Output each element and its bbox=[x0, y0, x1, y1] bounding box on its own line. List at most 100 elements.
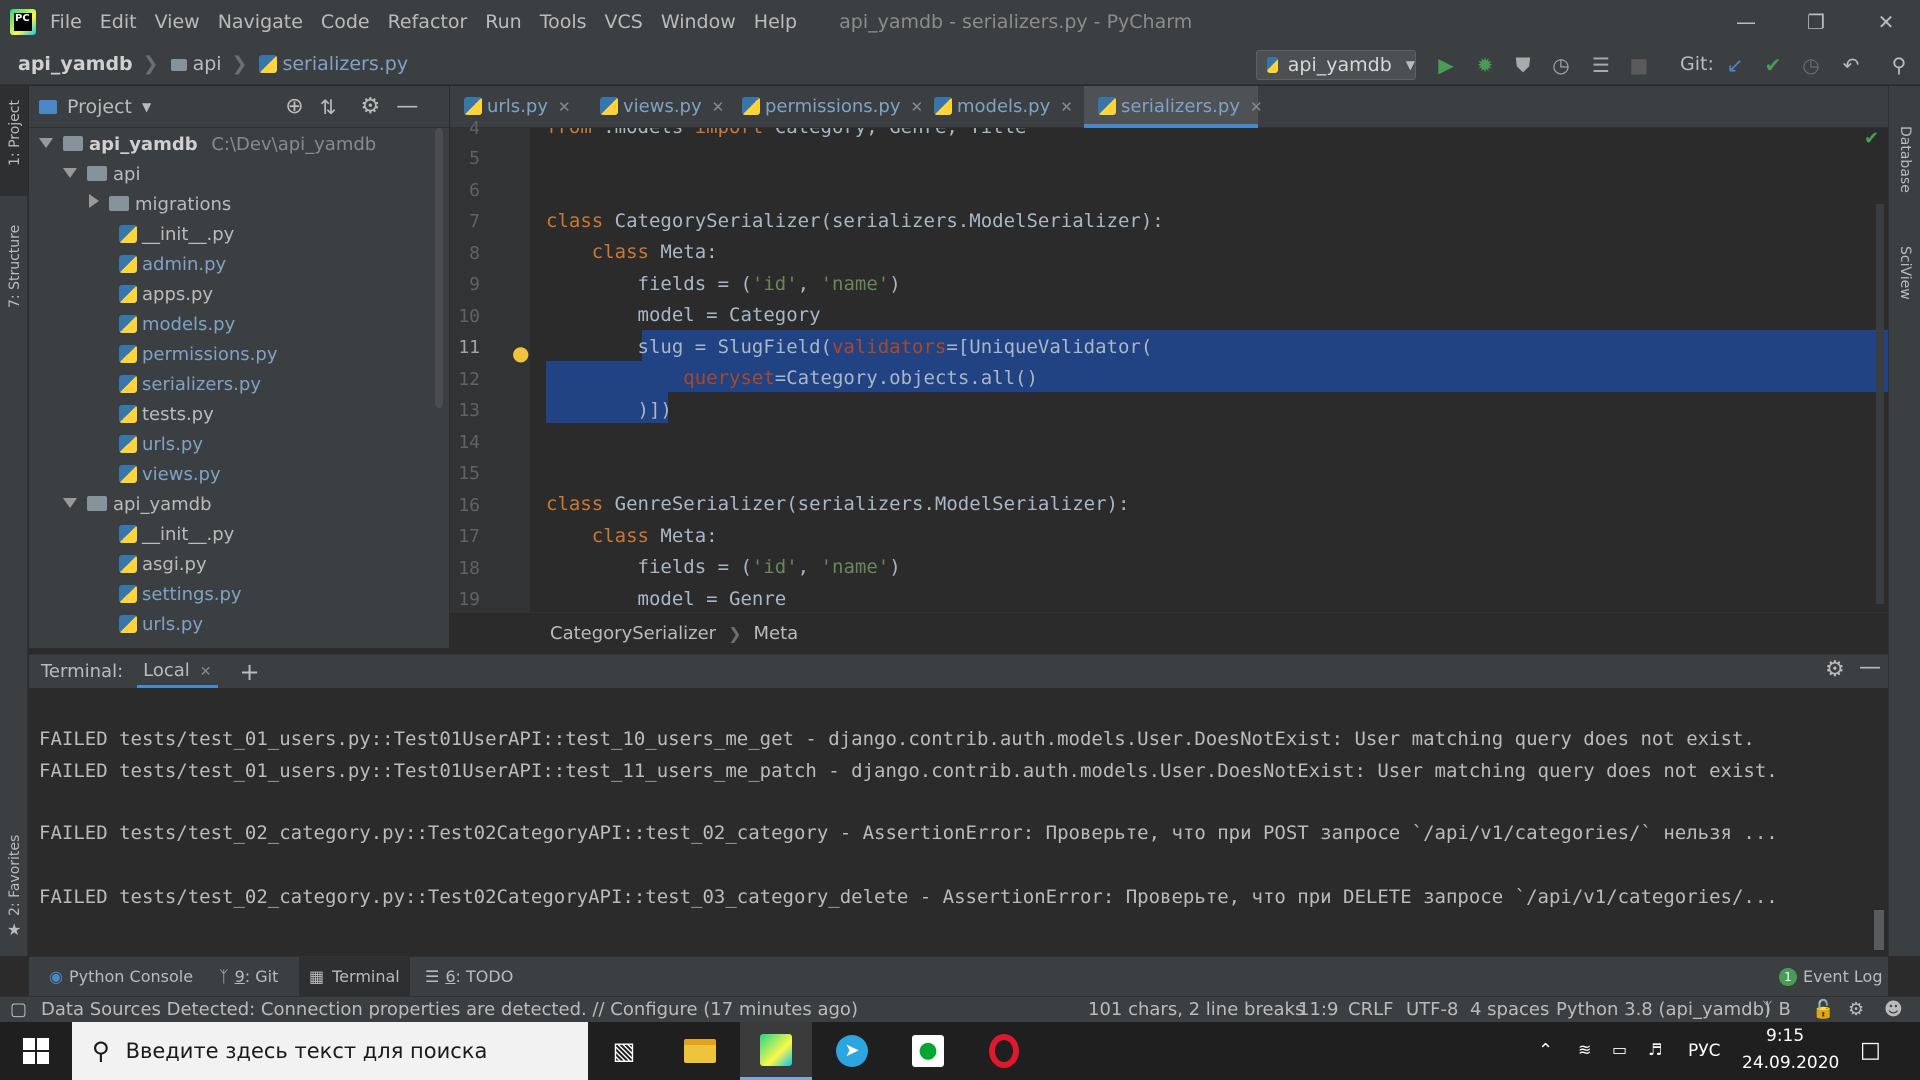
minimize-button[interactable]: — bbox=[1716, 0, 1776, 44]
coverage-icon[interactable]: ⛊ bbox=[1510, 52, 1536, 78]
breadcrumb-class[interactable]: CategorySerializer bbox=[550, 623, 716, 644]
tree-file[interactable]: permissions.py bbox=[119, 340, 277, 370]
locate-icon[interactable]: ⊕ bbox=[285, 94, 303, 119]
menu-help[interactable]: Help bbox=[754, 11, 797, 33]
breadcrumb-meta[interactable]: Meta bbox=[753, 623, 798, 644]
tab-event-log[interactable]: 1 Event Log bbox=[1779, 957, 1883, 997]
tree-folder-api[interactable]: api bbox=[63, 160, 140, 190]
tree-file[interactable]: views.py bbox=[119, 460, 221, 490]
tree-file[interactable]: serializers.py bbox=[119, 370, 261, 400]
tree-file[interactable]: admin.py bbox=[119, 250, 226, 280]
clock-date[interactable]: 24.09.2020 bbox=[1742, 1053, 1839, 1073]
gear-icon[interactable]: ⚙ bbox=[1848, 999, 1864, 1020]
tree-file[interactable]: __init__.py bbox=[119, 220, 234, 250]
hide-panel-icon[interactable]: — bbox=[396, 94, 418, 119]
breadcrumb-folder[interactable]: api bbox=[170, 53, 222, 75]
debug-icon[interactable]: ✹ bbox=[1472, 52, 1498, 78]
tree-file[interactable]: urls.py bbox=[119, 430, 203, 460]
status-message[interactable]: Data Sources Detected: Connection proper… bbox=[41, 999, 858, 1020]
menu-vcs[interactable]: VCS bbox=[605, 11, 643, 33]
menu-navigate[interactable]: Navigate bbox=[218, 11, 303, 33]
tab-serializers[interactable]: serializers.py ✕ bbox=[1084, 86, 1263, 128]
indent-setting[interactable]: 4 spaces bbox=[1470, 999, 1549, 1020]
project-scrollbar[interactable] bbox=[435, 128, 443, 408]
project-tool-tab[interactable]: 1: Project bbox=[7, 100, 23, 166]
tab-views[interactable]: views.py ✕ bbox=[586, 86, 728, 128]
terminal-output[interactable]: FAILED tests/test_01_users.py::Test01Use… bbox=[29, 688, 1888, 956]
breadcrumb-project[interactable]: api_yamdb bbox=[18, 53, 133, 75]
hide-panel-icon[interactable]: — bbox=[1859, 655, 1881, 680]
database-tool-tab[interactable]: Database bbox=[1897, 126, 1913, 193]
tab-todo[interactable]: ☰ 6: TODO bbox=[425, 957, 513, 997]
opera-icon[interactable] bbox=[968, 1022, 1040, 1080]
structure-tool-tab[interactable]: 7: Structure bbox=[7, 225, 23, 308]
tree-file[interactable]: models.py bbox=[119, 310, 235, 340]
python-interpreter[interactable]: Python 3.8 (api_yamdb) bbox=[1556, 999, 1771, 1020]
tree-root[interactable]: api_yamdb C:\Dev\api_yamdb bbox=[39, 130, 376, 160]
tree-file[interactable]: __init__.py bbox=[119, 520, 234, 550]
tab-git[interactable]: ᛉ 9: Git bbox=[219, 957, 278, 997]
line-separator[interactable]: CRLF bbox=[1348, 999, 1393, 1020]
search-icon[interactable]: ⚲ bbox=[1886, 52, 1912, 78]
caret-position[interactable]: 11:9 bbox=[1298, 999, 1338, 1020]
menu-edit[interactable]: Edit bbox=[100, 11, 137, 33]
collapse-all-icon[interactable]: ⇅ bbox=[320, 95, 337, 119]
run-icon[interactable]: ▶ bbox=[1433, 52, 1459, 78]
git-commit-icon[interactable]: ✔ bbox=[1760, 52, 1786, 78]
menu-run[interactable]: Run bbox=[485, 11, 521, 33]
task-view-icon[interactable]: ▧ bbox=[588, 1022, 660, 1080]
menu-code[interactable]: Code bbox=[321, 11, 370, 33]
profile-icon[interactable]: ◷ bbox=[1548, 52, 1574, 78]
clock-time[interactable]: 9:15 bbox=[1766, 1026, 1804, 1046]
tree-file[interactable]: apps.py bbox=[119, 280, 213, 310]
menu-tools[interactable]: Tools bbox=[540, 11, 587, 33]
tree-file[interactable]: settings.py bbox=[119, 580, 242, 610]
toggle-tool-windows-icon[interactable]: ▢ bbox=[10, 999, 27, 1020]
project-panel-title[interactable]: Project bbox=[67, 96, 132, 118]
menu-refactor[interactable]: Refactor bbox=[388, 11, 468, 33]
chevron-down-icon[interactable]: ▼ bbox=[142, 100, 151, 114]
evernote-icon[interactable]: ● bbox=[892, 1022, 964, 1080]
menu-window[interactable]: Window bbox=[661, 11, 736, 33]
editor-scrollbar[interactable] bbox=[1876, 204, 1884, 604]
tab-models[interactable]: models.py ✕ bbox=[920, 86, 1084, 128]
input-language[interactable]: РУС bbox=[1688, 1041, 1720, 1061]
gear-icon[interactable]: ⚙ bbox=[360, 94, 380, 119]
terminal-scrollbar[interactable] bbox=[1874, 910, 1884, 950]
pycharm-taskbar-icon[interactable] bbox=[740, 1022, 812, 1080]
restore-button[interactable]: ❐ bbox=[1786, 0, 1846, 44]
file-encoding[interactable]: UTF-8 bbox=[1406, 999, 1458, 1020]
concurrency-icon[interactable]: ☰ bbox=[1588, 52, 1614, 78]
lightbulb-icon[interactable]: ● bbox=[512, 341, 529, 365]
telegram-icon[interactable]: ➤ bbox=[816, 1022, 888, 1080]
menu-file[interactable]: File bbox=[50, 11, 82, 33]
inspection-ok-icon[interactable]: ✔ bbox=[1864, 128, 1879, 149]
close-button[interactable]: ✕ bbox=[1856, 0, 1916, 44]
close-icon[interactable]: ✕ bbox=[200, 664, 212, 680]
sciview-tool-tab[interactable]: SciView bbox=[1897, 246, 1913, 300]
git-update-icon[interactable]: ↙ bbox=[1722, 52, 1748, 78]
network-icon[interactable]: ≋ bbox=[1578, 1040, 1591, 1059]
favorites-tool-tab[interactable]: 2: Favorites bbox=[7, 835, 23, 916]
rollback-icon[interactable]: ↶ bbox=[1838, 52, 1864, 78]
git-branch[interactable]: ᛉ B bbox=[1762, 999, 1791, 1020]
new-tab-icon[interactable]: + bbox=[240, 658, 260, 686]
terminal-tab-local[interactable]: Local ✕ bbox=[137, 656, 218, 688]
tab-terminal[interactable]: ▦ Terminal bbox=[299, 957, 410, 997]
chevron-up-icon[interactable]: ⌃ bbox=[1538, 1040, 1553, 1061]
notifications-icon[interactable]: □ bbox=[1860, 1038, 1881, 1063]
taskbar-search[interactable]: ⚲ Введите здесь текст для поиска bbox=[72, 1022, 588, 1080]
file-explorer-icon[interactable] bbox=[664, 1022, 736, 1080]
close-icon[interactable]: ✕ bbox=[558, 98, 571, 116]
start-button[interactable] bbox=[0, 1022, 72, 1080]
tab-permissions[interactable]: permissions.py ✕ bbox=[728, 86, 923, 128]
close-icon[interactable]: ✕ bbox=[712, 98, 725, 116]
menu-view[interactable]: View bbox=[155, 11, 200, 33]
close-icon[interactable]: ✕ bbox=[1250, 98, 1263, 116]
close-icon[interactable]: ✕ bbox=[1060, 98, 1073, 116]
tree-file[interactable]: asgi.py bbox=[119, 550, 207, 580]
inspector-icon[interactable]: ☻ bbox=[1884, 999, 1903, 1020]
volume-icon[interactable]: ♬ bbox=[1648, 1040, 1662, 1059]
tab-python-console[interactable]: ◉ Python Console bbox=[49, 957, 193, 997]
stop-icon[interactable]: ■ bbox=[1626, 52, 1652, 78]
